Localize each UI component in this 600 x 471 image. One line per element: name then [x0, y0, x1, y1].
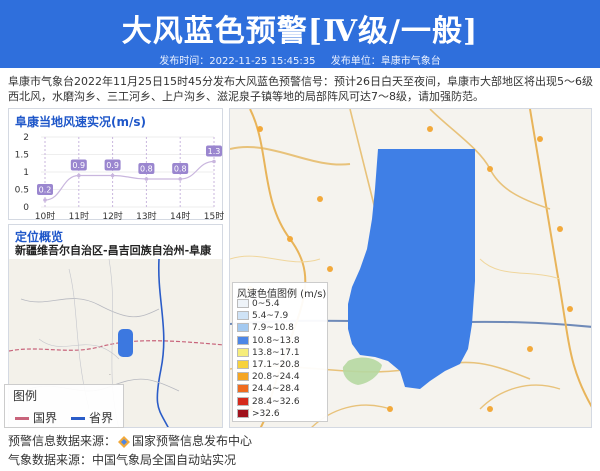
- publish-time: 发布时间：2022-11-25 15:45:35: [159, 56, 316, 67]
- wind-legend-item: >32.6: [237, 408, 280, 420]
- legend-province-border: 省界: [71, 409, 113, 426]
- x-tick-label: 14时: [170, 210, 190, 221]
- wind-speed-point: [110, 173, 115, 178]
- legend-national-border: 国界: [15, 409, 57, 426]
- wind-legend-item: 24.4~28.4: [237, 384, 300, 395]
- wind-legend-label: 7.9~10.8: [252, 323, 294, 334]
- wind-speed-point: [77, 173, 81, 178]
- weather-source-line: 气象数据来源：中国气象局全国自动站实况: [8, 451, 252, 470]
- wind-legend-swatch: [237, 384, 249, 394]
- wind-legend-label: 13.8~17.1: [252, 347, 300, 358]
- legend-province-label: 省界: [89, 411, 114, 425]
- wind-legend-label: 20.8~24.4: [252, 372, 300, 383]
- wind-legend-item: 5.4~7.9: [237, 311, 288, 322]
- wind-legend-item: 0~5.4: [237, 299, 280, 310]
- warning-source-name[interactable]: 国家预警信息发布中心: [132, 434, 252, 448]
- publish-meta: 发布时间：2022-11-25 15:45:35 发布单位：阜康市气象台: [0, 52, 600, 67]
- data-label: 0.8: [174, 165, 187, 174]
- wind-legend-label: 5.4~7.9: [252, 311, 289, 322]
- wind-legend-title: 风速色值图例 (m/s): [237, 289, 327, 300]
- x-tick-label: 15时: [204, 210, 224, 221]
- header-banner: 大风蓝色预警[Ⅳ级/一般] 发布时间：2022-11-25 15:45:35 发…: [0, 0, 600, 68]
- wind-legend-swatch: [237, 396, 249, 406]
- national-warning-center-logo-icon: [118, 435, 131, 448]
- wind-legend-item: 10.8~13.8: [237, 335, 300, 347]
- wind-legend-item: 20.8~24.4: [237, 372, 300, 383]
- wind-legend-item: 13.8~17.1: [237, 347, 300, 359]
- warning-source-label: 预警信息数据来源：: [8, 434, 117, 448]
- y-tick-label: 0.5: [15, 186, 29, 196]
- warning-source-line: 预警信息数据来源： 国家预警信息发布中心: [8, 432, 252, 451]
- wind-legend-label: 10.8~13.8: [252, 335, 300, 346]
- wind-legend-label: 28.4~32.6: [252, 396, 300, 407]
- wind-legend-item: 7.9~10.8: [237, 323, 294, 334]
- wind-legend-swatch: [237, 347, 249, 357]
- data-label: 1.3: [208, 147, 221, 156]
- weather-source-label: 气象数据来源：: [8, 453, 93, 467]
- y-tick-label: 1: [23, 168, 29, 178]
- wind-speed-legend: 风速色值图例 (m/s) 0~5.4 5.4~7.9 7.9~10.8 10.8~13…: [232, 282, 328, 422]
- x-tick-label: 12时: [102, 210, 122, 221]
- wind-legend-swatch: [237, 299, 249, 308]
- wind-speed-chart: 0 0.5 1 1.5 2 10时 11时 12时 13时 14时 15时 0.2 0.9 0.9 0.8 0…: [15, 133, 224, 221]
- wind-legend-item: 17.1~20.8: [237, 360, 300, 371]
- wind-legend-swatch: [237, 360, 249, 369]
- wind-legend-label: >32.6: [252, 408, 280, 419]
- wind-speed-point: [144, 177, 149, 181]
- wind-legend-swatch: [237, 335, 249, 345]
- wind-legend-swatch: [237, 372, 249, 382]
- wind-legend-swatch: [237, 311, 249, 321]
- wind-speed-point: [212, 159, 216, 164]
- wind-legend-label: 17.1~20.8: [252, 360, 300, 370]
- data-sources: 预警信息数据来源： 国家预警信息发布中心 气象数据来源：中国气象局全国自动站实况: [8, 432, 252, 470]
- x-tick-label: 13时: [136, 210, 156, 221]
- data-label: 0.2: [39, 186, 52, 195]
- y-tick-label: 0: [23, 203, 29, 213]
- wind-legend-label: 24.4~28.4: [252, 384, 300, 395]
- svg-text:·: ·: [109, 372, 111, 379]
- wind-speed-card: 阜康当地风速实况(m/s) 0 0.5 1 1.5 2 10时 11时 12时 13时 14时 15…: [8, 108, 224, 221]
- national-border-line-icon: [15, 417, 29, 420]
- wind-speed-point: [178, 177, 182, 181]
- page-title: 大风蓝色预警[Ⅳ级/一般]: [121, 14, 479, 49]
- legend-title: 图例: [13, 389, 38, 403]
- warning-description: 阜康市气象台2022年11月25日15时45分发布大风蓝色预警信号：预计26日白…: [8, 75, 593, 103]
- fukang-region-marker: [118, 329, 133, 357]
- legend-national-label: 国界: [33, 411, 58, 425]
- publisher: 发布单位：阜康市气象台: [330, 56, 441, 67]
- wind-legend-swatch: [237, 408, 249, 418]
- y-tick-label: 1.5: [15, 151, 29, 161]
- data-label: 0.9: [72, 161, 85, 170]
- y-tick-label: 2: [23, 133, 29, 143]
- province-border-line-icon: [71, 417, 85, 420]
- x-tick-label: 11时: [69, 210, 89, 221]
- wind-legend-label: 0~5.4: [252, 299, 280, 309]
- x-tick-label: 10时: [35, 210, 55, 221]
- wind-legend-item: 28.4~32.6: [237, 396, 300, 408]
- map-legend: 图例 国界 省界: [4, 384, 124, 428]
- wind-speed-line: [44, 160, 215, 201]
- wind-legend-swatch: [237, 323, 249, 333]
- wind-speed-point: [43, 198, 47, 202]
- weather-source-name: 中国气象局全国自动站实况: [92, 453, 237, 467]
- data-label: 0.9: [106, 161, 119, 170]
- data-label: 0.8: [140, 165, 153, 174]
